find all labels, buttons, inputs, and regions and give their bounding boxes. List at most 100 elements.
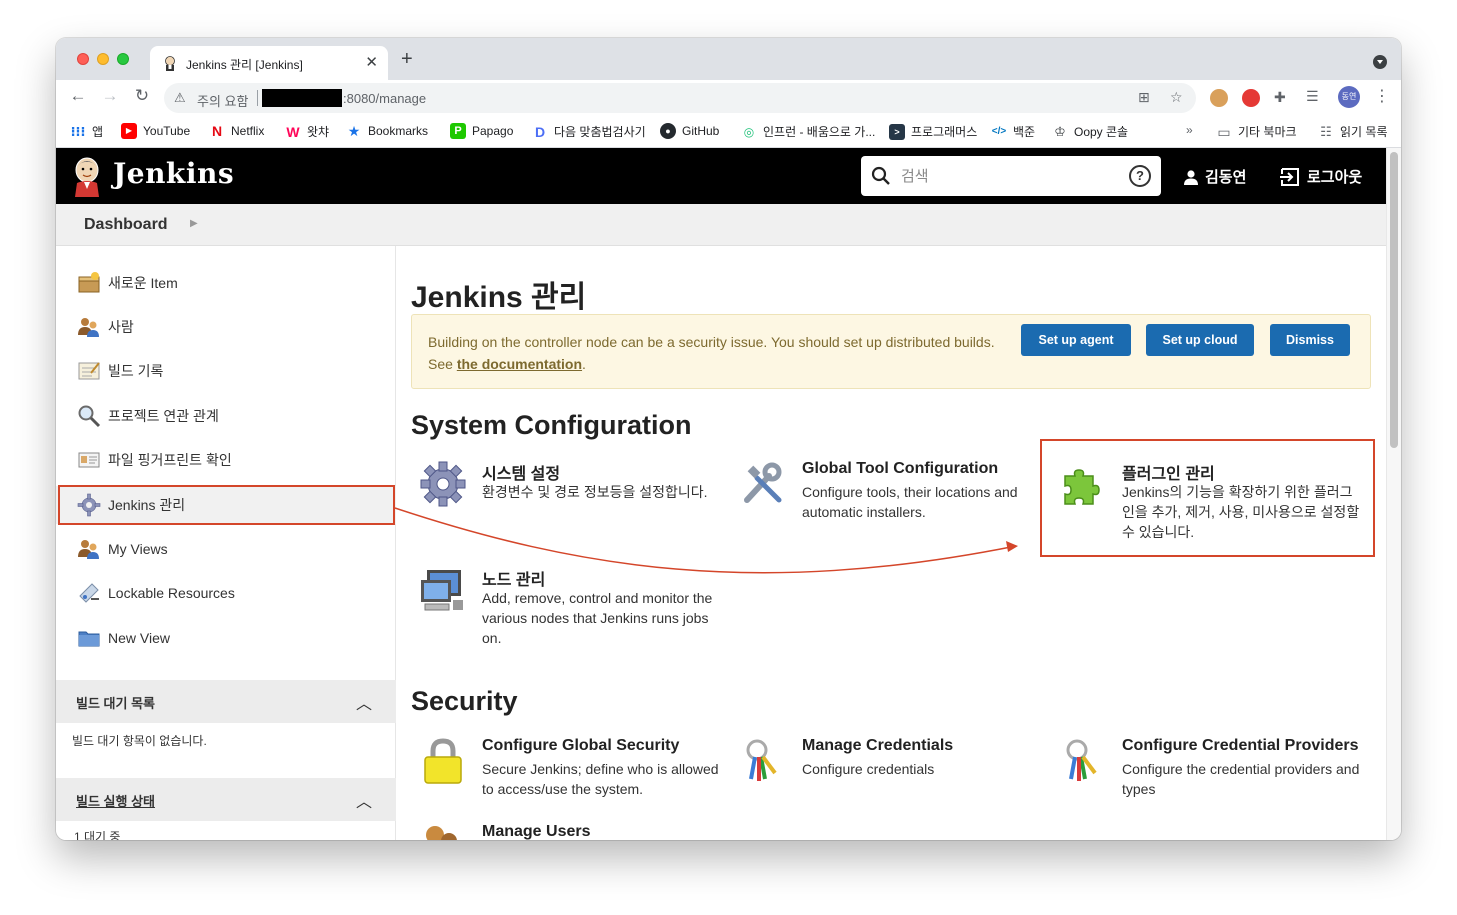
more-menu-icon[interactable]: ⋮: [1374, 86, 1390, 106]
lock-icon: [424, 738, 462, 784]
page-title: Jenkins 관리: [411, 281, 587, 314]
dismiss-button[interactable]: Dismiss: [1270, 324, 1350, 356]
scrollbar-thumb[interactable]: [1390, 152, 1398, 448]
executor-row: 1 대기 중: [74, 830, 121, 840]
watcha-icon: W: [286, 123, 300, 140]
reload-icon[interactable]: ↻: [130, 86, 154, 106]
documentation-link[interactable]: the documentation: [457, 356, 582, 372]
back-icon[interactable]: ←: [66, 86, 90, 106]
netflix-icon: N: [211, 123, 223, 139]
minimize-window-button[interactable]: [97, 53, 109, 65]
sidebar-item-my-views[interactable]: My Views: [56, 530, 396, 568]
breadcrumb-chevron-icon[interactable]: ▶: [190, 218, 198, 229]
bookmark-star-icon[interactable]: ☆: [1170, 89, 1183, 106]
build-queue-header[interactable]: 빌드 대기 목록 ︿: [56, 680, 396, 723]
bookmark-other[interactable]: ▭ 기타 북마크: [1216, 123, 1296, 140]
jenkins-header: Jenkins ? 김동연 로그아웃: [56, 148, 1386, 204]
sidebar-item-new-item[interactable]: 새로운 Item: [56, 264, 396, 302]
keys-icon: [746, 739, 777, 781]
tab-strip: Jenkins 관리 [Jenkins] ✕ +: [56, 38, 1401, 80]
redacted-host: [262, 89, 342, 107]
bookmarks-overflow[interactable]: »: [1186, 123, 1193, 137]
bookmark-baekjoon[interactable]: </> 백준: [991, 123, 1035, 140]
forward-icon[interactable]: →: [98, 86, 122, 106]
browser-tab[interactable]: Jenkins 관리 [Jenkins] ✕: [150, 46, 388, 80]
jenkins-butler-icon[interactable]: [70, 155, 104, 197]
address-bar[interactable]: ⚠ 주의 요함 :8080/manage ⊞ ☆: [164, 83, 1196, 113]
build-queue-title: 빌드 대기 목록: [76, 696, 155, 711]
main-content: Jenkins 관리 Building on the controller no…: [411, 246, 1386, 840]
magnifier-icon: [78, 405, 101, 428]
star-icon: ★: [347, 123, 361, 139]
search-input[interactable]: [901, 164, 1121, 188]
profile-avatar[interactable]: 동연: [1338, 86, 1360, 108]
lock-resources-icon: [79, 583, 99, 603]
bookmark-papago[interactable]: P Papago: [450, 123, 513, 139]
user-link[interactable]: 김동연: [1183, 166, 1246, 187]
refresh-extension-icon[interactable]: [1242, 89, 1260, 107]
tab-search-icon[interactable]: [1373, 55, 1387, 69]
logout-link[interactable]: 로그아웃: [1279, 166, 1362, 187]
tab-title: Jenkins 관리 [Jenkins]: [186, 58, 303, 72]
tab-close-icon[interactable]: ✕: [365, 53, 378, 71]
search-icon: [871, 166, 890, 185]
bookmark-youtube[interactable]: ▶ YouTube: [121, 123, 190, 139]
security-label[interactable]: 주의 요함: [197, 91, 248, 110]
jenkins-logo-text[interactable]: Jenkins: [113, 157, 234, 190]
executors-title[interactable]: 빌드 실행 상태: [76, 791, 155, 810]
jenkins-favicon-icon: [165, 56, 175, 71]
sidebar-item-project-relationship[interactable]: 프로젝트 연관 관계: [56, 397, 396, 435]
build-history-icon: [78, 362, 100, 380]
new-item-icon: [78, 272, 100, 293]
sidebar-item-people[interactable]: 사람: [56, 308, 396, 346]
maximize-window-button[interactable]: [117, 53, 129, 65]
browser-toolbar: ← → ↻ ⚠ 주의 요함 :8080/manage ⊞ ☆ ✚ ☰ 동연 ⋮: [56, 80, 1401, 116]
set-up-cloud-button[interactable]: Set up cloud: [1146, 324, 1254, 356]
apps-grid-icon: ⁝⁝⁝: [70, 123, 86, 139]
executors-header[interactable]: 빌드 실행 상태 ︿: [56, 778, 396, 821]
sidebar-item-build-history[interactable]: 빌드 기록: [56, 352, 396, 390]
url-text[interactable]: :8080/manage: [343, 91, 426, 106]
computer-icon: [421, 570, 463, 611]
bookmark-netflix[interactable]: N Netflix: [209, 123, 264, 139]
bookmark-reading-list[interactable]: ☷ 읽기 목록: [1318, 123, 1387, 140]
people-icon: [78, 318, 99, 337]
sidebar: 새로운 Item 사람 빌드 기록 프로젝트 연관 관계 파일 핑거프린트 확인…: [56, 246, 396, 840]
new-tab-button[interactable]: +: [401, 49, 413, 69]
cookie-extension-icon[interactable]: [1210, 89, 1228, 107]
bookmark-apps[interactable]: ⁝⁝⁝ 앱: [70, 123, 103, 140]
bookmark-programmers[interactable]: > 프로그래머스: [889, 123, 977, 140]
collapse-caret-icon[interactable]: ︿: [356, 788, 372, 812]
sidebar-highlight-box: [58, 485, 395, 525]
breadcrumb-dashboard[interactable]: Dashboard: [84, 216, 168, 234]
sidebar-item-fingerprint[interactable]: 파일 핑거프린트 확인: [56, 441, 396, 479]
bookmark-github[interactable]: ● GitHub: [660, 123, 719, 139]
extensions-puzzle-icon[interactable]: ✚: [1274, 89, 1286, 106]
sidebar-item-new-view[interactable]: New View: [56, 619, 396, 657]
bookmark-watcha[interactable]: W 왓챠: [285, 123, 329, 140]
youtube-icon: ▶: [121, 123, 137, 139]
reading-list-icon[interactable]: ☰: [1306, 88, 1319, 105]
programmers-icon: >: [889, 123, 905, 140]
warning-icon[interactable]: ⚠: [174, 90, 186, 106]
folder-icon: ▭: [1217, 123, 1231, 140]
papago-icon: P: [450, 123, 466, 139]
inflearn-icon: ◎: [743, 124, 755, 139]
help-icon[interactable]: ?: [1129, 165, 1151, 187]
translate-icon[interactable]: ⊞: [1138, 89, 1150, 106]
bookmark-oopy[interactable]: ♔ Oopy 콘솔: [1052, 123, 1128, 140]
sidebar-item-lockable-resources[interactable]: Lockable Resources: [56, 574, 396, 612]
collapse-caret-icon[interactable]: ︿: [356, 690, 372, 714]
distributed-builds-alert: Building on the controller node can be a…: [411, 314, 1371, 389]
set-up-agent-button[interactable]: Set up agent: [1021, 324, 1131, 356]
bookmark-spellcheck[interactable]: D 다음 맞춤법검사기: [532, 123, 646, 140]
bookmark-inflearn[interactable]: ◎ 인프런 - 배움으로 가...: [741, 123, 876, 140]
page-scrollbar[interactable]: [1386, 148, 1401, 840]
bookmark-bookmarks[interactable]: ★ Bookmarks: [346, 123, 428, 139]
breadcrumb: Dashboard ▶: [56, 204, 1386, 246]
address-divider: [257, 90, 258, 106]
oopy-icon: ♔: [1054, 123, 1066, 139]
close-window-button[interactable]: [77, 53, 89, 65]
logout-icon: [1280, 167, 1299, 186]
build-queue-empty: 빌드 대기 항목이 없습니다.: [72, 734, 207, 748]
